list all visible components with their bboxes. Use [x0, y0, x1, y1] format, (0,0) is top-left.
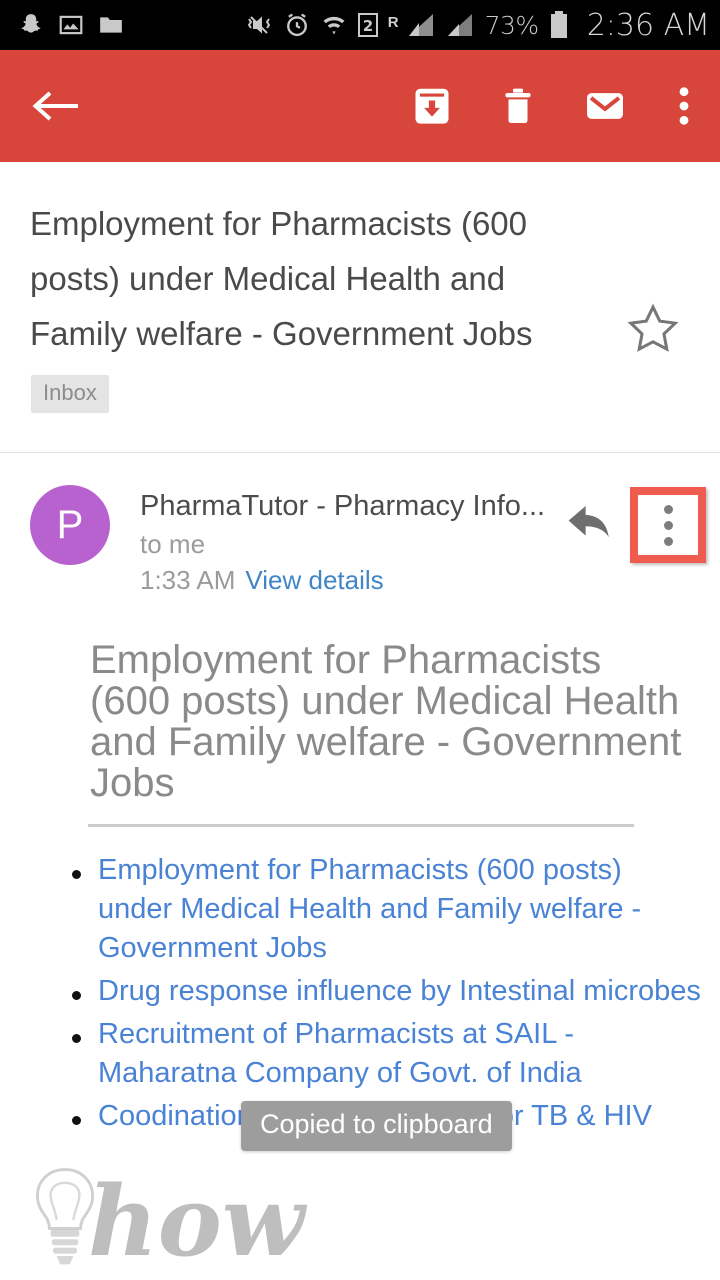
alarm-icon — [283, 11, 311, 39]
subject-section: Employment for Pharmacists (600 posts) u… — [0, 162, 720, 452]
status-bar-right-icons: 2 R 73% 2:36 AM — [244, 8, 710, 43]
battery-icon — [548, 10, 570, 40]
list-item: Drug response influence by Intestinal mi… — [72, 972, 702, 1011]
snapchat-icon — [18, 12, 44, 38]
back-button[interactable] — [30, 86, 82, 126]
back-arrow-icon — [32, 91, 78, 121]
reply-button[interactable] — [550, 485, 630, 628]
article-link[interactable]: Drug response influence by Intestinal mi… — [98, 972, 702, 1011]
star-outline-icon — [627, 303, 679, 352]
gallery-icon — [58, 12, 84, 38]
mute-vibrate-icon — [244, 11, 274, 39]
message-body: Employment for Pharmacists (600 posts) u… — [0, 628, 720, 1280]
roaming-indicator: R — [387, 13, 399, 31]
sender-meta: 1:33 AM View details — [140, 562, 550, 598]
signal-bars-sim1-icon — [403, 11, 435, 39]
toast-message: Copied to clipboard — [241, 1101, 512, 1151]
list-item: Recruitment of Pharmacists at SAIL - Mah… — [72, 1015, 702, 1093]
signal-bars-sim2-icon — [444, 11, 476, 39]
page-title: Employment for Pharmacists (600 posts) u… — [30, 205, 533, 352]
avatar[interactable]: P — [30, 485, 110, 565]
overflow-menu-icon — [663, 504, 673, 546]
mark-unread-button[interactable] — [582, 84, 628, 128]
list-item: Employment for Pharmacists (600 posts) u… — [72, 851, 702, 968]
message-time: 1:33 AM — [140, 565, 236, 595]
sender-section: P PharmaTutor - Pharmacy Info... to me 1… — [0, 453, 720, 628]
status-bar: 2 R 73% 2:36 AM — [0, 0, 720, 50]
article-link[interactable]: Employment for Pharmacists (600 posts) u… — [98, 851, 702, 968]
status-bar-left-icons — [18, 12, 124, 38]
app-bar-actions — [410, 84, 696, 128]
recipient-label: to me — [140, 529, 206, 559]
sender-name[interactable]: PharmaTutor - Pharmacy Info... — [140, 488, 550, 524]
article-link[interactable]: Recruitment of Pharmacists at SAIL - Mah… — [98, 1015, 702, 1093]
delete-button[interactable] — [498, 84, 538, 128]
clock-label: 2:36 AM — [586, 7, 710, 43]
view-details-link[interactable]: View details — [245, 565, 383, 595]
app-bar — [0, 50, 720, 162]
mark-unread-icon — [587, 93, 623, 119]
star-button[interactable] — [608, 196, 698, 361]
body-heading: Employment for Pharmacists (600 posts) u… — [90, 638, 682, 805]
archive-icon — [415, 88, 449, 124]
folder-icon — [98, 12, 124, 38]
archive-button[interactable] — [410, 84, 454, 128]
sender-details: PharmaTutor - Pharmacy Info... to me 1:3… — [140, 485, 550, 628]
delete-icon — [505, 88, 531, 123]
battery-percent-label: 73% — [484, 10, 540, 40]
svg-text:2: 2 — [363, 17, 373, 35]
label-chip-inbox[interactable]: Inbox — [31, 375, 109, 413]
article-link-list: Employment for Pharmacists (600 posts) u… — [0, 851, 720, 1136]
overflow-menu-icon — [679, 87, 689, 125]
message-overflow-menu-button[interactable] — [630, 487, 706, 563]
body-divider — [88, 824, 634, 827]
dual-sim-icon: 2 — [357, 11, 379, 39]
wifi-icon — [320, 11, 348, 39]
overflow-menu-button[interactable] — [672, 84, 696, 128]
reply-icon — [568, 505, 609, 538]
